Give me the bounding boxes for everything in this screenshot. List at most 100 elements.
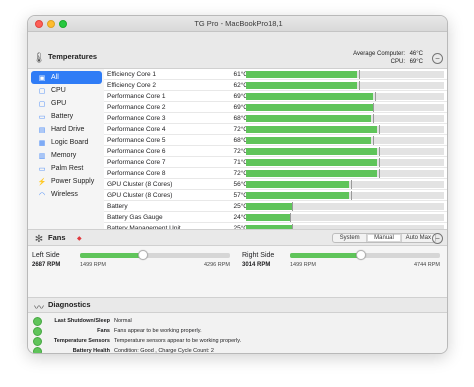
sensor-row[interactable]: Efficiency Core 2 62°C — [104, 80, 447, 91]
fan-current-rpm: 3014 RPM — [242, 262, 271, 268]
sensor-bar — [246, 212, 444, 222]
sidebar-item-wireless[interactable]: ◠ Wireless — [31, 188, 102, 201]
sensor-value: 68°C — [233, 114, 248, 122]
fan-mode-manual-button[interactable]: Manual — [367, 234, 402, 242]
sensor-row[interactable]: Performance Core 3 68°C — [104, 113, 447, 124]
sensor-bar — [246, 157, 444, 167]
fan-mode-auto-max-button[interactable]: Auto Max — [402, 234, 435, 242]
cpu-average-value: 69°C — [409, 59, 423, 65]
sensor-row[interactable]: Battery Gas Gauge 24°C — [104, 212, 447, 223]
sidebar-item-battery[interactable]: ▭ Battery — [31, 110, 102, 123]
sensor-name: Battery — [107, 202, 128, 210]
diagnostic-text: Fans appear to be working properly. — [114, 328, 202, 334]
sensor-bar-fill — [246, 169, 377, 177]
fan-mode-selector[interactable]: System Manual Auto Max — [332, 233, 436, 243]
fan-speed-slider[interactable] — [290, 250, 440, 260]
sensor-value: 68°C — [233, 136, 248, 144]
sensor-max-marker — [292, 201, 293, 211]
fans-panel: Left Side 2687 RPM 1499 RPM 4296 RPM Right S… — [28, 246, 447, 298]
logic-board-icon: ▦ — [38, 139, 46, 147]
sensor-max-marker — [373, 113, 374, 123]
sensor-row[interactable]: GPU Cluster (8 Cores) 56°C — [104, 179, 447, 190]
sensor-bar-fill — [246, 158, 377, 166]
grid-icon: ▣ — [38, 74, 46, 82]
sidebar-item-all[interactable]: ▣ All — [31, 71, 102, 84]
sensor-name: GPU Cluster (8 Cores) — [107, 180, 173, 188]
fan-icon: ✻ — [34, 233, 44, 245]
sensor-bar — [246, 91, 444, 101]
sensor-bar-fill — [246, 125, 377, 133]
fans-title: Fans — [48, 233, 66, 242]
memory-icon: ▥ — [38, 152, 46, 160]
fan-name: Right Side — [242, 252, 275, 259]
palm-rest-icon: ▭ — [38, 165, 46, 173]
sensor-row[interactable]: Performance Core 5 68°C — [104, 135, 447, 146]
sensor-row[interactable]: Performance Core 6 72°C — [104, 146, 447, 157]
sensor-max-marker — [379, 146, 380, 156]
average-summary: Average Computer: 46°C CPU: 69°C — [353, 50, 423, 66]
sidebar-item-cpu[interactable]: ▢ CPU — [31, 84, 102, 97]
sensor-row[interactable]: Battery 25°C — [104, 201, 447, 212]
sensor-name: Efficiency Core 2 — [107, 81, 157, 89]
sensor-value: 72°C — [233, 125, 248, 133]
sidebar-item-logic-board[interactable]: ▦ Logic Board — [31, 136, 102, 149]
sensor-bar-fill — [246, 191, 349, 199]
gpu-icon: ▢ — [38, 100, 46, 108]
diagnostic-label: Temperature Sensors — [53, 338, 110, 344]
fan-mode-system-button[interactable]: System — [333, 234, 368, 242]
sensor-value: 62°C — [233, 81, 248, 89]
fan-max-rpm: 4296 RPM — [204, 262, 230, 268]
fan-left-side: Left Side 2687 RPM 1499 RPM 4296 RPM — [32, 250, 237, 290]
sidebar-item-label: Hard Drive — [51, 126, 85, 133]
collapse-temperatures-button[interactable]: − — [432, 53, 443, 64]
sensor-bar-fill — [246, 147, 377, 155]
average-computer-value: 46°C — [409, 51, 423, 57]
sensor-bar — [246, 190, 444, 200]
sidebar-item-power-supply[interactable]: ⚡ Power Supply — [31, 175, 102, 188]
sidebar-item-palm-rest[interactable]: ▭ Palm Rest — [31, 162, 102, 175]
sidebar-item-hard-drive[interactable]: ▤ Hard Drive — [31, 123, 102, 136]
sensor-value: 24°C — [233, 213, 248, 221]
sensor-value: 25°C — [233, 202, 248, 210]
diagnostics-header: 〰 Diagnostics — [28, 298, 447, 314]
sensor-row[interactable]: Efficiency Core 1 61°C — [104, 69, 447, 80]
fan-speed-slider-knob[interactable] — [356, 250, 366, 260]
sensor-row[interactable]: Performance Core 8 72°C — [104, 168, 447, 179]
diagnostic-text: Temperature sensors appear to be working… — [114, 338, 242, 344]
sidebar-item-label: Power Supply — [51, 178, 95, 185]
sensor-bar-fill — [246, 136, 371, 144]
sensor-value: 56°C — [233, 180, 248, 188]
status-ok-icon — [33, 337, 42, 346]
sensor-row[interactable]: GPU Cluster (8 Cores) 57°C — [104, 190, 447, 201]
sensor-row[interactable]: Performance Core 4 72°C — [104, 124, 447, 135]
temperatures-panel: ▣ All ▢ CPU ▢ GPU ▭ Battery ▤ Hard Drive ▦ Logic Bo… — [28, 69, 447, 229]
sensor-row[interactable]: Performance Core 7 71°C — [104, 157, 447, 168]
fan-speed-slider[interactable] — [80, 250, 230, 260]
temperatures-header: 🌡 Temperatures Average Computer: 46°C CP… — [28, 32, 447, 69]
sensor-bar — [246, 179, 444, 189]
sensor-value: 72°C — [233, 147, 248, 155]
sidebar-item-gpu[interactable]: ▢ GPU — [31, 97, 102, 110]
fan-right-side: Right Side 3014 RPM 1499 RPM 4744 RPM — [242, 250, 447, 290]
sensor-bar-fill — [246, 103, 373, 111]
sensor-name: Performance Core 2 — [107, 103, 166, 111]
fan-speed-fill — [290, 253, 361, 258]
sensor-max-marker — [375, 91, 376, 101]
sensor-row[interactable]: Performance Core 2 69°C — [104, 102, 447, 113]
sensor-row[interactable]: Performance Core 1 69°C — [104, 91, 447, 102]
sensor-bar-fill — [246, 202, 292, 210]
pulse-icon: 〰 — [34, 302, 44, 314]
sidebar-item-memory[interactable]: ▥ Memory — [31, 149, 102, 162]
sensor-value: 69°C — [233, 103, 248, 111]
collapse-fans-button[interactable]: − — [432, 233, 443, 244]
sensor-bar — [246, 146, 444, 156]
sidebar-item-label: Logic Board — [51, 139, 89, 146]
sensor-bar-fill — [246, 180, 349, 188]
sensor-name: Performance Core 1 — [107, 92, 166, 100]
status-ok-icon — [33, 317, 42, 326]
sensor-name: Performance Core 4 — [107, 125, 166, 133]
fan-speed-slider-knob[interactable] — [138, 250, 148, 260]
sensor-bar — [246, 201, 444, 211]
sensor-max-marker — [379, 168, 380, 178]
sensor-list[interactable]: Efficiency Core 1 61°C Efficiency Core 2 62… — [104, 69, 447, 229]
